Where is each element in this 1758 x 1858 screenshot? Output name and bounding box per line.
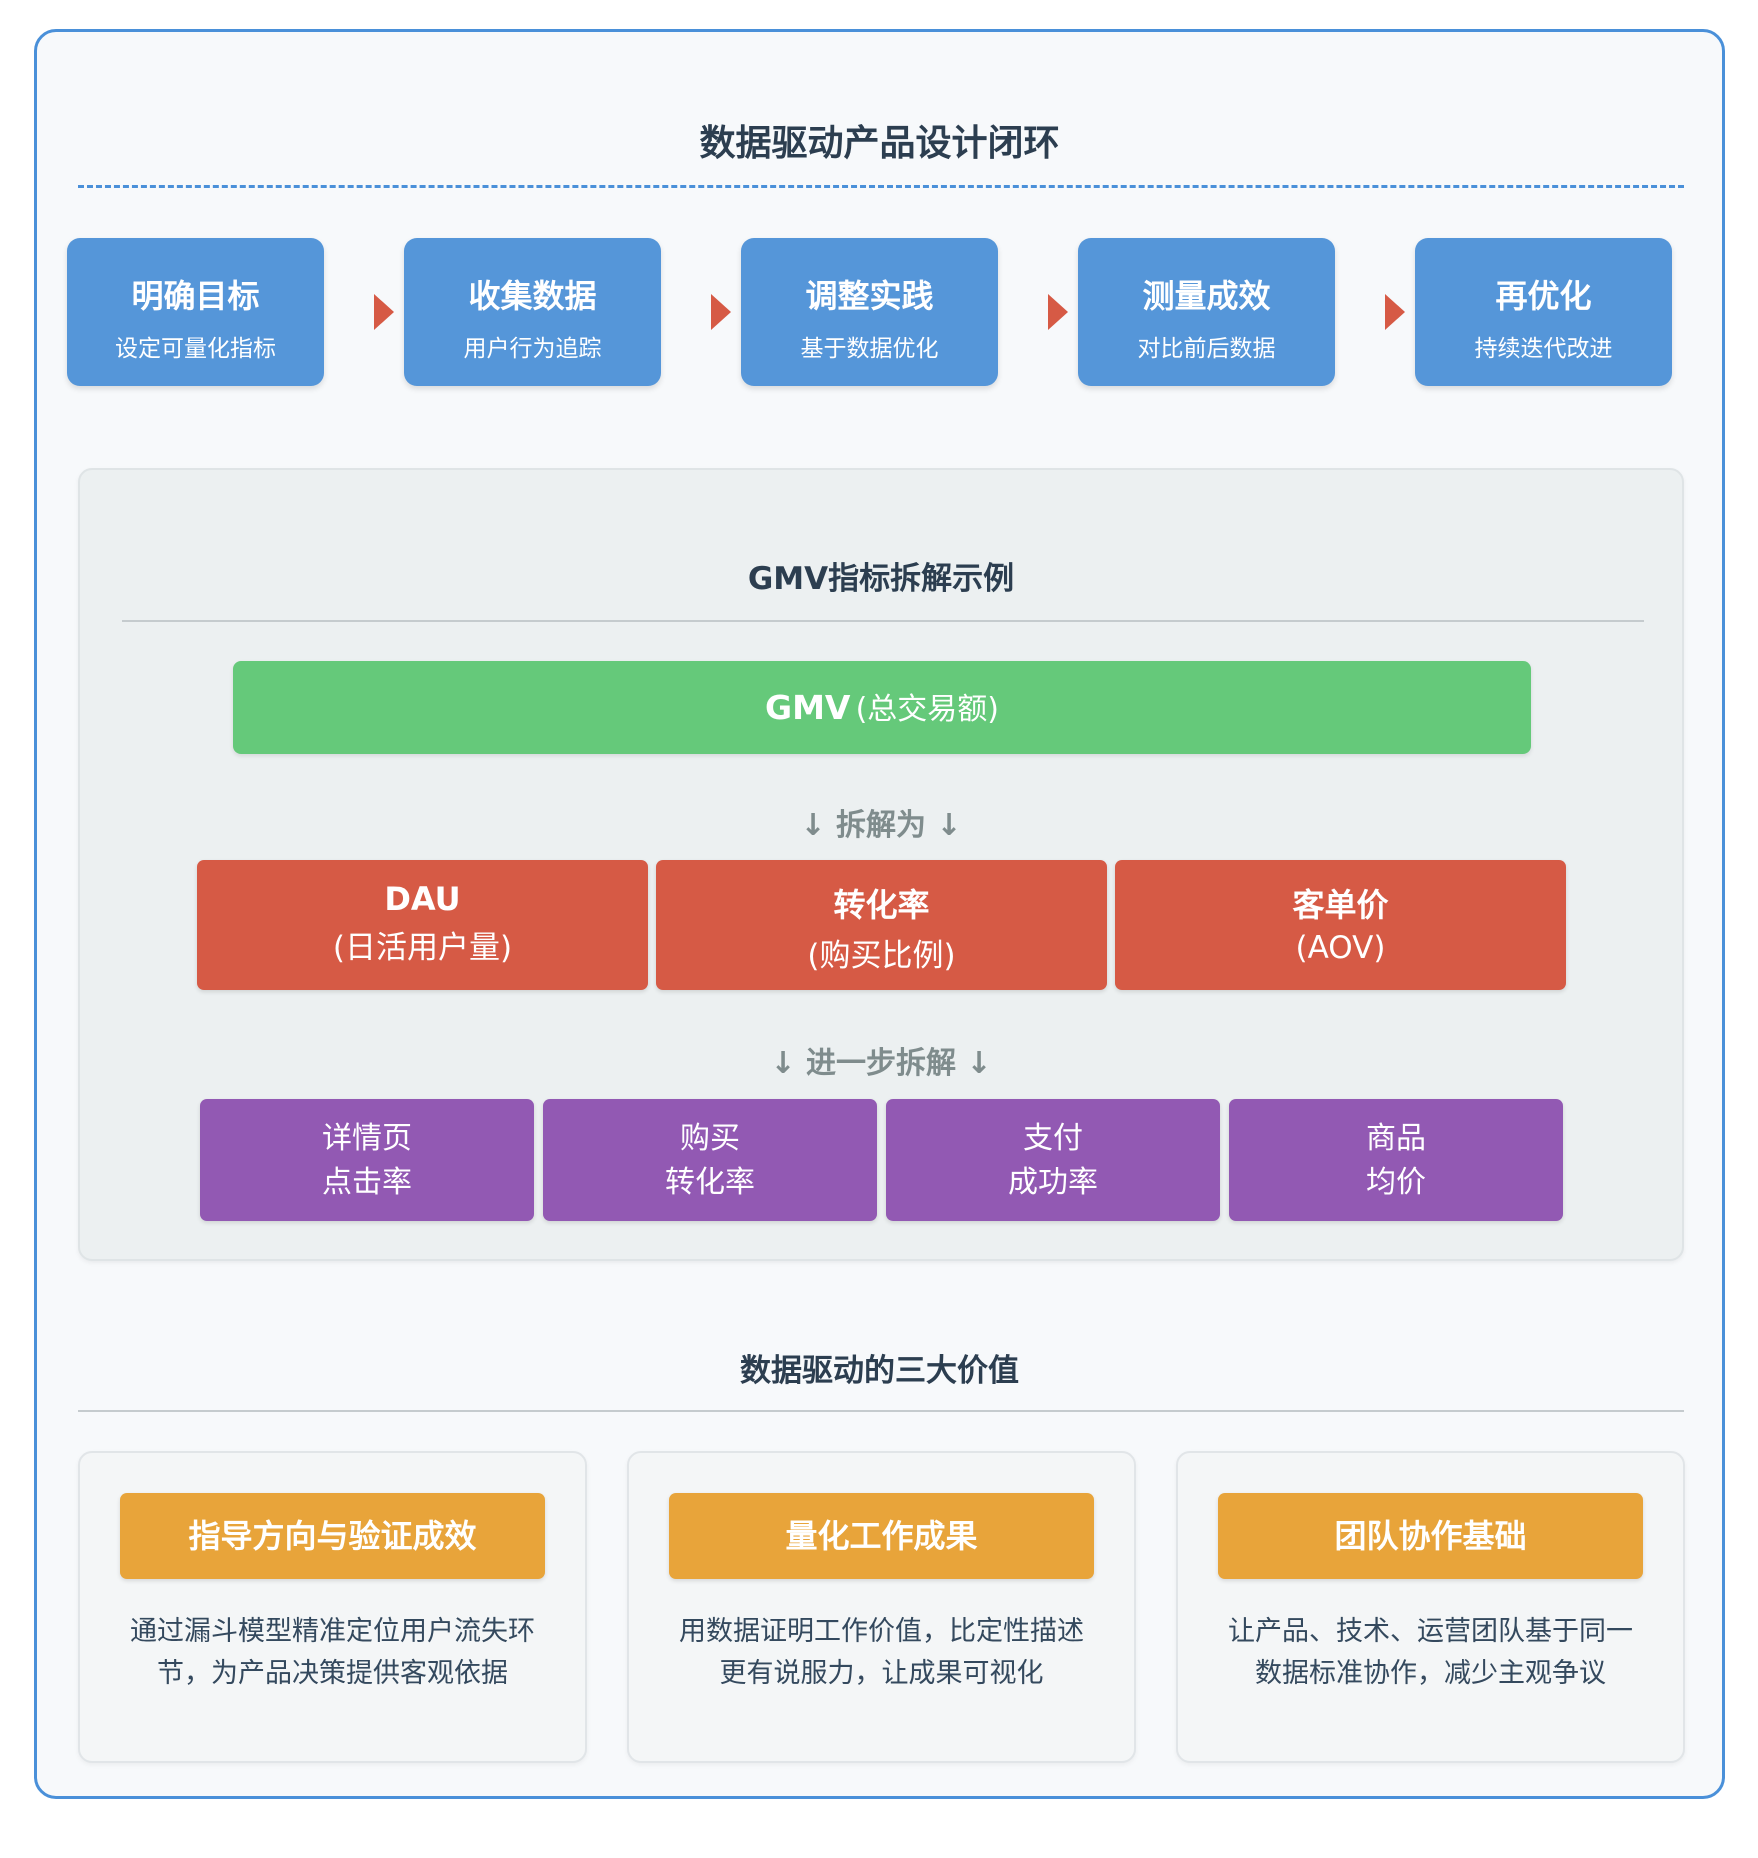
arrow-right-icon bbox=[1048, 294, 1068, 330]
arrow-right-icon bbox=[1385, 294, 1405, 330]
sub-metric-line: 成功率 bbox=[1008, 1165, 1098, 1200]
sub-metric-line: 支付 bbox=[1023, 1121, 1083, 1156]
step-box-3: 调整实践 基于数据优化 bbox=[741, 238, 998, 386]
value-card-1: 指导方向与验证成效 通过漏斗模型精准定位用户流失环 节，为产品决策提供客观依据 bbox=[78, 1451, 587, 1763]
step-subtitle: 对比前后数据 bbox=[1137, 336, 1276, 362]
gmv-breakdown-panel: GMV指标拆解示例 GMV (总交易额) ↓ 拆解为 ↓ DAU (日活用户量)… bbox=[78, 468, 1684, 1261]
value-badge: 团队协作基础 bbox=[1218, 1493, 1643, 1579]
sub-metric-line: 均价 bbox=[1366, 1165, 1426, 1200]
sub-metric-node: 商品 均价 bbox=[1229, 1099, 1563, 1221]
value-card-3: 团队协作基础 让产品、技术、运营团队基于同一 数据标准协作，减少主观争议 bbox=[1176, 1451, 1685, 1763]
value-card-2: 量化工作成果 用数据证明工作价值，比定性描述 更有说服力，让成果可视化 bbox=[627, 1451, 1136, 1763]
step-subtitle: 持续迭代改进 bbox=[1474, 336, 1613, 362]
diagram-frame: 数据驱动产品设计闭环 明确目标 设定可量化指标 收集数据 用户行为追踪 调整实践… bbox=[34, 29, 1725, 1799]
sub-metric-line: 点击率 bbox=[322, 1165, 412, 1200]
metric-title: DAU bbox=[384, 880, 461, 918]
page-title: 数据驱动产品设计闭环 bbox=[699, 123, 1060, 164]
metric-node-conversion: 转化率 (购买比例) bbox=[656, 860, 1107, 990]
value-description-line: 数据标准协作，减少主观争议 bbox=[1255, 1658, 1606, 1689]
value-badge: 量化工作成果 bbox=[669, 1493, 1094, 1579]
sub-metric-node: 支付 成功率 bbox=[886, 1099, 1220, 1221]
split-label: ↓ 拆解为 ↓ bbox=[800, 808, 962, 843]
value-description: 让产品、技术、运营团队基于同一 数据标准协作，减少主观争议 bbox=[1208, 1611, 1653, 1695]
sub-metric-node: 购买 转化率 bbox=[543, 1099, 877, 1221]
step-title: 明确目标 bbox=[131, 277, 260, 315]
step-subtitle: 设定可量化指标 bbox=[115, 336, 276, 362]
value-description-line: 节，为产品决策提供客观依据 bbox=[157, 1658, 508, 1689]
gmv-root-node: GMV (总交易额) bbox=[233, 661, 1531, 754]
step-box-2: 收集数据 用户行为追踪 bbox=[404, 238, 661, 386]
title-divider bbox=[78, 185, 1684, 188]
metric-title: 转化率 bbox=[833, 886, 930, 924]
gmv-root-label: GMV bbox=[765, 688, 851, 727]
value-description-line: 用数据证明工作价值，比定性描述 bbox=[679, 1616, 1084, 1647]
sub-metric-line: 转化率 bbox=[665, 1165, 755, 1200]
metric-subtitle: (日活用户量) bbox=[332, 930, 513, 966]
value-description: 用数据证明工作价值，比定性描述 更有说服力，让成果可视化 bbox=[659, 1611, 1104, 1695]
sub-metric-node: 详情页 点击率 bbox=[200, 1099, 534, 1221]
arrow-right-icon bbox=[374, 294, 394, 330]
values-section-title: 数据驱动的三大价值 bbox=[740, 1353, 1019, 1389]
step-title: 收集数据 bbox=[468, 277, 597, 315]
metric-subtitle: (购买比例) bbox=[807, 938, 956, 974]
step-title: 测量成效 bbox=[1142, 277, 1271, 315]
gmv-divider bbox=[122, 620, 1644, 622]
metric-node-aov: 客单价 (AOV) bbox=[1115, 860, 1566, 990]
metric-title: 客单价 bbox=[1292, 886, 1389, 924]
sub-metric-line: 购买 bbox=[680, 1121, 740, 1156]
value-description: 通过漏斗模型精准定位用户流失环 节，为产品决策提供客观依据 bbox=[110, 1611, 555, 1695]
step-subtitle: 基于数据优化 bbox=[800, 336, 939, 362]
value-description-line: 更有说服力，让成果可视化 bbox=[719, 1658, 1044, 1689]
step-box-4: 测量成效 对比前后数据 bbox=[1078, 238, 1335, 386]
sub-metric-line: 详情页 bbox=[322, 1121, 412, 1156]
value-description-line: 通过漏斗模型精准定位用户流失环 bbox=[130, 1616, 535, 1647]
step-box-1: 明确目标 设定可量化指标 bbox=[67, 238, 324, 386]
arrow-right-icon bbox=[711, 294, 731, 330]
value-description-line: 让产品、技术、运营团队基于同一 bbox=[1228, 1616, 1633, 1647]
metric-subtitle: (AOV) bbox=[1295, 930, 1386, 966]
values-divider bbox=[78, 1410, 1684, 1412]
step-box-5: 再优化 持续迭代改进 bbox=[1415, 238, 1672, 386]
sub-metric-line: 商品 bbox=[1366, 1121, 1426, 1156]
step-title: 再优化 bbox=[1495, 277, 1592, 315]
gmv-root-sublabel: (总交易额) bbox=[855, 692, 999, 727]
further-split-label: ↓ 进一步拆解 ↓ bbox=[770, 1046, 992, 1081]
step-subtitle: 用户行为追踪 bbox=[463, 336, 602, 362]
value-badge: 指导方向与验证成效 bbox=[120, 1493, 545, 1579]
gmv-section-title: GMV指标拆解示例 bbox=[747, 561, 1015, 597]
metric-node-dau: DAU (日活用户量) bbox=[197, 860, 648, 990]
step-title: 调整实践 bbox=[805, 277, 934, 315]
